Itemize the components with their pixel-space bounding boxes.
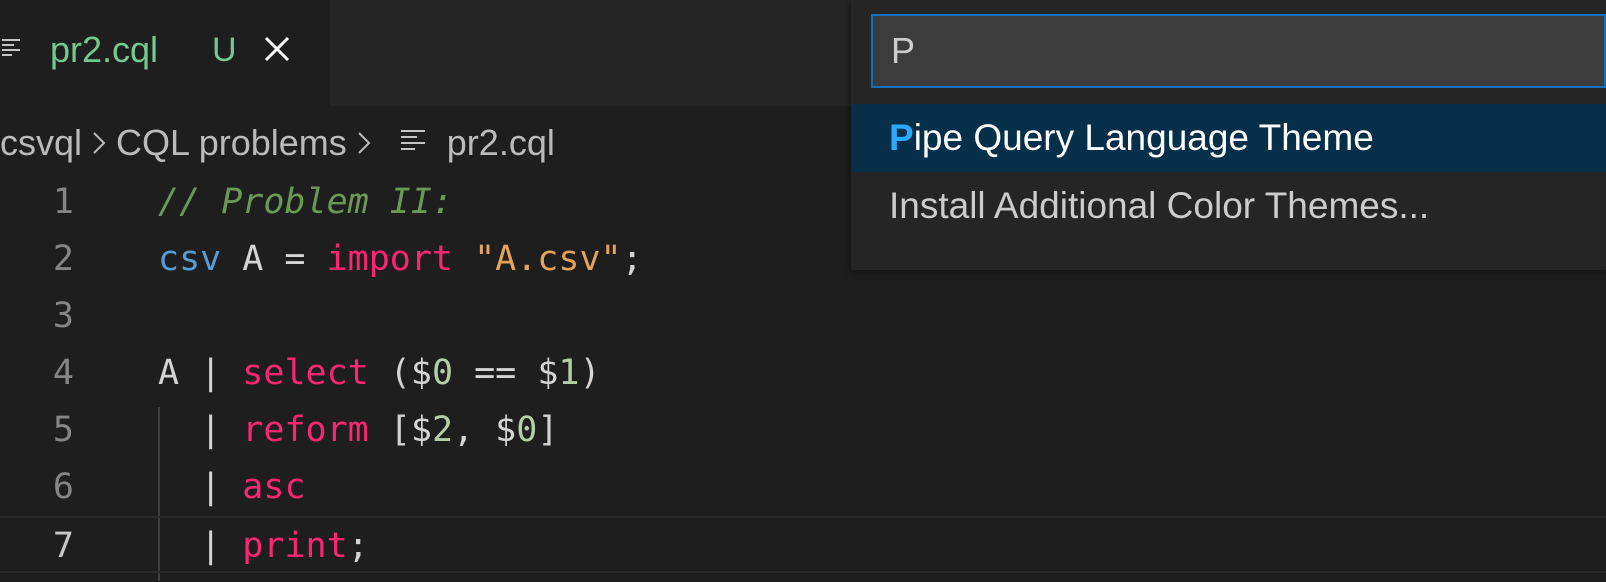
untracked-status-badge: U [212,31,237,69]
line-number: 3 [52,296,74,336]
code-token: [$ [368,410,432,450]
line-number: 7 [52,526,74,566]
code-token: | [158,526,243,566]
code-text: // Problem II: [158,174,453,231]
code-line[interactable]: 5 | reform [$2, $0] [0,402,1606,459]
code-token: | [158,410,243,450]
code-token: 0 [516,410,538,450]
code-token: A = [221,239,327,279]
match-highlight: P [889,117,914,158]
code-token: == $ [453,353,559,393]
breadcrumb-item-csvql[interactable]: csvql [0,118,82,168]
code-text: | asc [158,459,306,516]
color-theme-quick-pick: Pipe Query Language Theme Install Additi… [851,0,1606,270]
line-number: 4 [52,353,74,393]
code-text: | print; [158,518,369,575]
breadcrumb: csvql CQL problems pr2.cql [0,118,555,168]
code-token: csv [158,239,222,279]
code-line[interactable]: 4 A | select ($0 == $1) [0,345,1606,402]
code-token: | [158,467,243,507]
code-token: import [326,239,454,279]
line-number: 2 [52,239,74,279]
code-token: "A.csv" [474,239,622,279]
breadcrumb-item-cql-problems[interactable]: CQL problems [116,118,347,168]
code-token: ($ [368,353,432,393]
code-token: // Problem II: [158,182,454,222]
chevron-right-icon [82,118,116,168]
code-line[interactable]: 3 [0,288,1606,345]
quick-pick-item-label: Install Additional Color Themes... [889,185,1430,226]
code-token: ] [537,410,559,450]
line-number: 1 [52,182,74,222]
code-text: csv A = import "A.csv"; [158,231,643,288]
quick-pick-item-install-themes[interactable]: Install Additional Color Themes... [851,172,1606,240]
lines-file-icon [400,128,431,158]
line-number: 5 [52,410,74,450]
close-icon[interactable] [262,34,292,64]
code-token: ) [579,353,601,393]
quick-pick-item-pipe-query-theme[interactable]: Pipe Query Language Theme [851,104,1606,172]
code-token: 2 [431,410,454,450]
code-line[interactable]: 7 | print; [0,516,1606,573]
line-number: 6 [52,467,74,507]
lines-file-icon [2,38,22,58]
tab-pr2-cql[interactable]: pr2.cql U [0,0,330,106]
code-token: reform [242,410,369,450]
code-token: A | [158,353,243,393]
code-token: print [242,526,348,566]
breadcrumb-item-file[interactable]: pr2.cql [447,118,555,168]
code-token: ; [621,239,643,279]
code-token: ; [347,526,369,566]
code-line[interactable]: 6 | asc [0,459,1606,516]
code-text: | reform [$2, $0] [158,402,558,459]
code-token: select [242,353,369,393]
quick-pick-input[interactable] [871,14,1606,88]
tab-file-name: pr2.cql [50,29,159,70]
code-text: A | select ($0 == $1) [158,345,601,402]
code-token: 0 [431,353,454,393]
chevron-right-icon [347,118,381,168]
code-token: 1 [558,353,580,393]
quick-pick-item-label: ipe Query Language Theme [913,117,1374,158]
code-token: , $ [453,410,517,450]
code-token: asc [242,467,306,507]
